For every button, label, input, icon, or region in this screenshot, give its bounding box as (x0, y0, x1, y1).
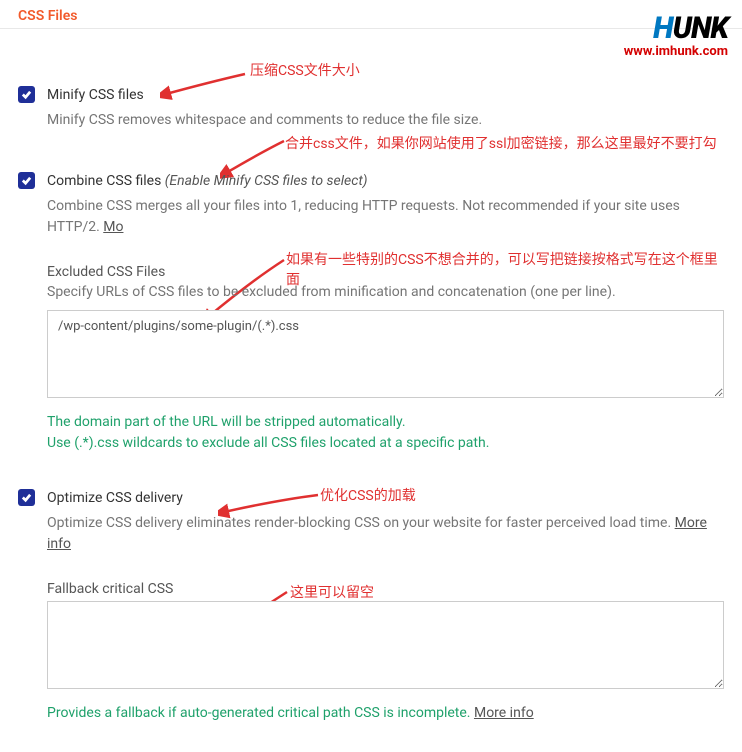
optimize-css-label: Optimize CSS delivery (47, 488, 724, 509)
combine-css-label: Combine CSS files (Enable Minify CSS fil… (47, 171, 724, 192)
fallback-css-label: Fallback critical CSS (47, 581, 724, 597)
combine-css-desc: Combine CSS merges all your files into 1… (47, 196, 724, 238)
logo-url: www.imhunk.com (624, 44, 728, 59)
check-icon (21, 492, 32, 503)
fallback-css-hint: Provides a fallback if auto-generated cr… (47, 703, 724, 724)
minify-css-checkbox[interactable] (18, 86, 35, 103)
excluded-css-desc: Specify URLs of CSS files to be excluded… (47, 284, 724, 300)
check-icon (21, 89, 32, 100)
optimize-css-desc: Optimize CSS delivery eliminates render-… (47, 513, 724, 555)
section-title: CSS Files (18, 8, 724, 24)
fallback-css-textarea[interactable] (47, 601, 724, 689)
setting-combine-css: Combine CSS files (Enable Minify CSS fil… (18, 171, 724, 454)
check-icon (21, 175, 32, 186)
combine-css-checkbox[interactable] (18, 172, 35, 189)
logo-text: HUNK (624, 14, 728, 44)
fallback-css-more-link[interactable]: More info (474, 705, 534, 721)
fallback-css-section: Fallback critical CSS Provides a fallbac… (47, 581, 724, 724)
logo: HUNK www.imhunk.com (624, 14, 728, 59)
setting-minify-css: Minify CSS files Minify CSS removes whit… (18, 85, 724, 131)
setting-optimize-css: Optimize CSS delivery Optimize CSS deliv… (18, 488, 724, 724)
excluded-css-textarea[interactable] (47, 310, 724, 398)
excluded-css-hint: The domain part of the URL will be strip… (47, 412, 724, 454)
excluded-css-section: Excluded CSS Files Specify URLs of CSS f… (47, 264, 724, 454)
annotation-minify: 压缩CSS文件大小 (250, 60, 360, 80)
optimize-css-checkbox[interactable] (18, 489, 35, 506)
combine-css-more-link[interactable]: Mo (103, 219, 123, 235)
combine-css-note: (Enable Minify CSS files to select) (165, 173, 368, 189)
minify-css-label: Minify CSS files (47, 85, 724, 106)
excluded-css-label: Excluded CSS Files (47, 264, 724, 280)
annotation-combine: 合并css文件，如果你网站使用了ssl加密链接，那么这里最好不要打勾 (285, 133, 725, 153)
minify-css-desc: Minify CSS removes whitespace and commen… (47, 110, 724, 131)
